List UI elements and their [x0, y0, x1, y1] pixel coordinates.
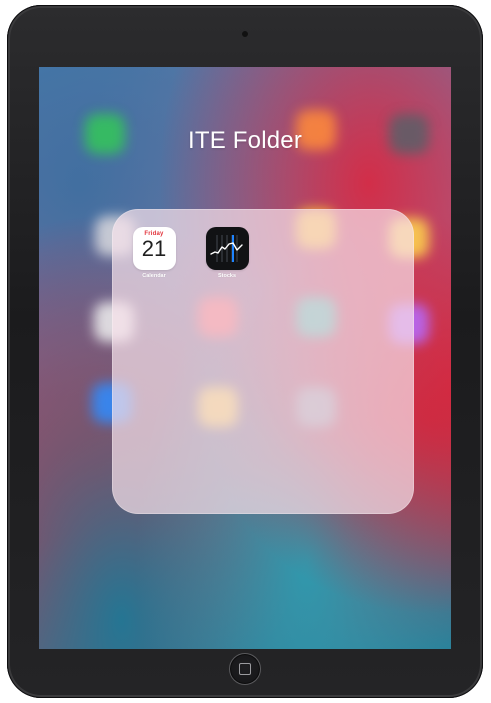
app-label: Calendar: [142, 273, 166, 279]
app-stocks[interactable]: Stocks: [197, 227, 257, 297]
calendar-date: 21: [141, 236, 167, 261]
stocks-icon: [205, 227, 249, 270]
home-square-icon: [239, 663, 251, 675]
front-camera-icon: [242, 31, 248, 37]
ipad-device: ITE Folder Friday 21 Calendar Stocks: [7, 5, 483, 698]
folder-panel: Friday 21 Calendar Stocks: [112, 209, 414, 514]
app-calendar[interactable]: Friday 21 Calendar: [124, 227, 184, 297]
app-label: Stocks: [217, 273, 237, 279]
home-button[interactable]: [229, 653, 261, 685]
home-screen: ITE Folder Friday 21 Calendar Stocks: [39, 67, 451, 649]
calendar-icon: Friday 21: [132, 227, 176, 270]
folder-title: ITE Folder: [187, 127, 303, 154]
